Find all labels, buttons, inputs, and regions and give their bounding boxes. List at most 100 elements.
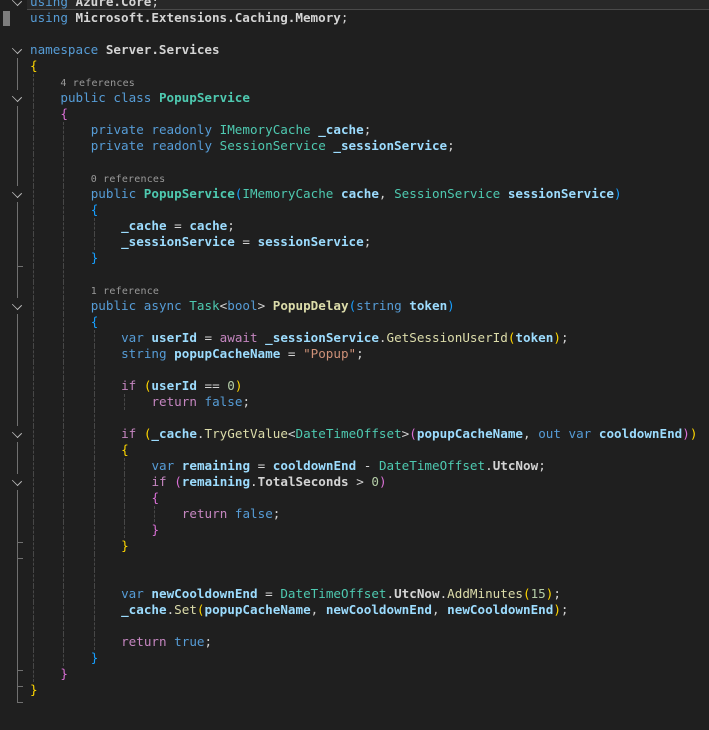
indent-guide (33, 522, 34, 538)
indent-guide (94, 634, 95, 650)
indent-guide (63, 138, 64, 154)
code-line[interactable]: { (0, 58, 709, 74)
indent-guide (94, 554, 95, 570)
code-line[interactable]: } (0, 522, 709, 538)
code-line[interactable]: } (0, 250, 709, 266)
code-text: using Microsoft.Extensions.Caching.Memor… (30, 10, 348, 26)
code-text: using Azure.Core; (30, 0, 159, 10)
code-line[interactable]: } (0, 650, 709, 666)
code-line[interactable]: } (0, 682, 709, 698)
indent-guide (33, 90, 34, 106)
indent-guide (33, 602, 34, 618)
code-line[interactable] (0, 26, 709, 42)
code-line[interactable]: } (0, 666, 709, 682)
indent-guide (33, 202, 34, 218)
code-line[interactable]: public class PopupService (0, 90, 709, 106)
code-text: if (_cache.TryGetValue<DateTimeOffset>(p… (121, 426, 697, 442)
code-text: } (151, 522, 159, 538)
indent-guide (94, 362, 95, 378)
codelens-line[interactable]: 4 references (0, 74, 709, 90)
code-line[interactable]: private readonly SessionService _session… (0, 138, 709, 154)
indent-guide (33, 618, 34, 634)
indent-guide (33, 538, 34, 554)
indent-guide (124, 394, 125, 410)
code-line[interactable] (0, 714, 709, 730)
fold-chevron-icon[interactable] (12, 476, 22, 486)
code-line[interactable]: public PopupService(IMemoryCache cache, … (0, 186, 709, 202)
code-line[interactable]: { (0, 106, 709, 122)
fold-chevron-icon[interactable] (12, 428, 22, 438)
indent-guide (63, 458, 64, 474)
indent-guide (63, 602, 64, 618)
code-editor[interactable]: using Azure.Core;using Microsoft.Extensi… (0, 0, 709, 726)
code-line[interactable]: using Azure.Core; (0, 0, 709, 10)
indent-guide (33, 186, 34, 202)
code-line[interactable]: public async Task<bool> PopupDelay(strin… (0, 298, 709, 314)
code-line[interactable] (0, 570, 709, 586)
code-line[interactable]: _sessionService = sessionService; (0, 234, 709, 250)
indent-guide (63, 154, 64, 170)
code-line[interactable]: { (0, 314, 709, 330)
code-line[interactable]: namespace Server.Services (0, 42, 709, 58)
code-line[interactable]: if (userId == 0) (0, 378, 709, 394)
code-line[interactable]: } (0, 538, 709, 554)
code-line[interactable]: string popupCacheName = "Popup"; (0, 346, 709, 362)
code-line[interactable]: if (remaining.TotalSeconds > 0) (0, 474, 709, 490)
fold-chevron-icon[interactable] (12, 188, 22, 198)
code-line[interactable]: var newCooldownEnd = DateTimeOffset.UtcN… (0, 586, 709, 602)
indent-guide (94, 458, 95, 474)
code-line[interactable] (0, 154, 709, 170)
code-line[interactable]: var userId = await _sessionService.GetSe… (0, 330, 709, 346)
fold-rail-segment (17, 442, 18, 474)
fold-rail-tick (17, 702, 23, 703)
indent-guide (33, 250, 34, 266)
code-line[interactable] (0, 362, 709, 378)
indent-guide (33, 266, 34, 282)
indent-guide (33, 346, 34, 362)
indent-guide (94, 378, 95, 394)
indent-guide (33, 378, 34, 394)
code-line[interactable] (0, 266, 709, 282)
code-line[interactable]: var remaining = cooldownEnd - DateTimeOf… (0, 458, 709, 474)
fold-chevron-icon[interactable] (12, 92, 22, 102)
indent-guide (33, 554, 34, 570)
code-line[interactable]: return false; (0, 394, 709, 410)
code-line[interactable]: { (0, 442, 709, 458)
code-line[interactable]: private readonly IMemoryCache _cache; (0, 122, 709, 138)
code-text: private readonly SessionService _session… (91, 138, 455, 154)
code-line[interactable]: if (_cache.TryGetValue<DateTimeOffset>(p… (0, 426, 709, 442)
indent-guide (63, 426, 64, 442)
indent-guide (94, 506, 95, 522)
code-line[interactable] (0, 698, 709, 714)
code-line[interactable]: _cache.Set(popupCacheName, newCooldownEn… (0, 602, 709, 618)
code-line[interactable] (0, 554, 709, 570)
indent-guide (63, 122, 64, 138)
code-text: _cache.Set(popupCacheName, newCooldownEn… (121, 602, 568, 618)
indent-guide (63, 234, 64, 250)
indent-guide (63, 522, 64, 538)
fold-chevron-icon[interactable] (12, 300, 22, 310)
code-line[interactable] (0, 618, 709, 634)
code-line[interactable]: { (0, 490, 709, 506)
code-line[interactable] (0, 410, 709, 426)
fold-rail-tick (17, 686, 23, 687)
code-line[interactable]: { (0, 202, 709, 218)
fold-chevron-icon[interactable] (12, 0, 22, 6)
codelens-line[interactable]: 1 reference (0, 282, 709, 298)
fold-chevron-icon[interactable] (12, 44, 22, 54)
indent-guide (124, 506, 125, 522)
indent-guide (154, 506, 155, 522)
code-text: return false; (182, 506, 281, 522)
code-line[interactable]: using Microsoft.Extensions.Caching.Memor… (0, 10, 709, 26)
indent-guide (33, 394, 34, 410)
code-line[interactable]: _cache = cache; (0, 218, 709, 234)
indent-guide (33, 106, 34, 122)
indent-guide (94, 410, 95, 426)
code-line[interactable]: return false; (0, 506, 709, 522)
indent-guide (33, 426, 34, 442)
indent-guide (63, 282, 64, 298)
codelens-line[interactable]: 0 references (0, 170, 709, 186)
indent-guide (33, 442, 34, 458)
code-line[interactable]: return true; (0, 634, 709, 650)
indent-guide (33, 298, 34, 314)
